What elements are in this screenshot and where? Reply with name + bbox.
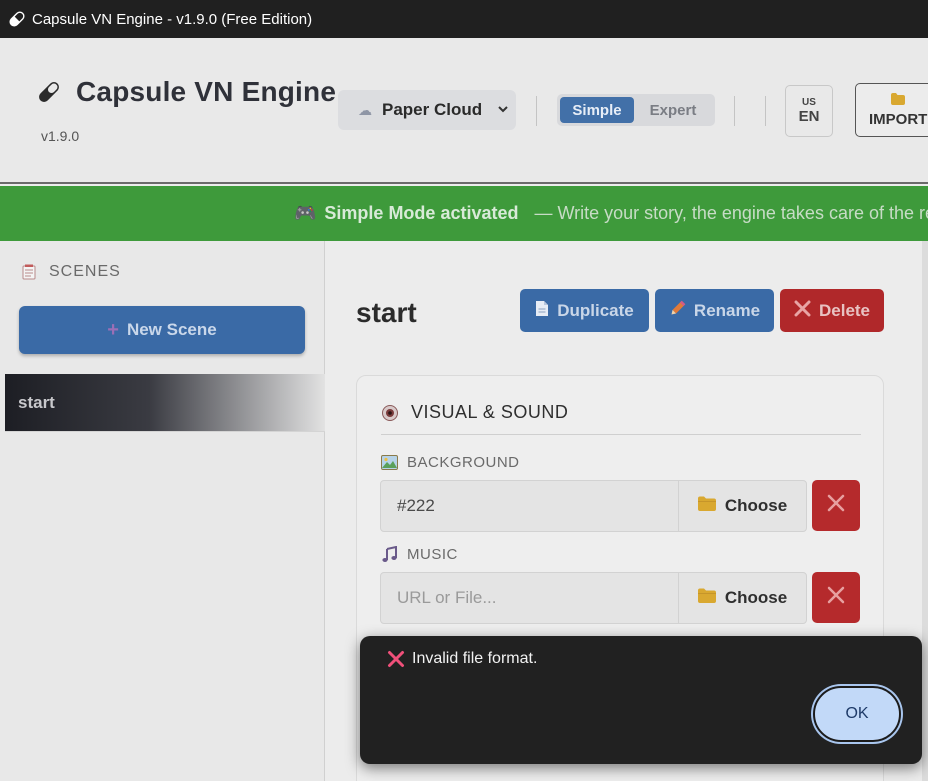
- visual-sound-label: VISUAL & SOUND: [411, 402, 569, 422]
- theme-select-value: Paper Cloud: [382, 100, 483, 119]
- scene-name: start: [18, 392, 55, 412]
- visual-sound-title: VISUAL & SOUND: [381, 402, 568, 423]
- music-label-text: MUSIC: [407, 546, 458, 563]
- folder-icon: [891, 92, 905, 109]
- close-icon: [794, 300, 811, 322]
- document-icon: [535, 300, 549, 322]
- music-choose-button[interactable]: Choose: [678, 573, 806, 623]
- background-choose-button[interactable]: Choose: [678, 481, 806, 531]
- gamepad-icon: 🎮: [294, 203, 317, 223]
- scenes-header-label: SCENES: [49, 263, 121, 280]
- scenes-sidebar: SCENES + New Scene start: [0, 241, 325, 781]
- divider: [734, 96, 735, 126]
- language-button[interactable]: US EN: [785, 85, 833, 137]
- background-clear-button[interactable]: [812, 480, 860, 531]
- dialog-message: Invalid file format.: [387, 650, 537, 668]
- folder-icon: [697, 496, 716, 516]
- image-icon: [381, 454, 398, 471]
- scene-title: start: [356, 297, 417, 328]
- scrollbar[interactable]: [922, 241, 928, 781]
- plus-icon: +: [107, 318, 119, 341]
- mode-toggle: Simple Expert: [557, 94, 715, 126]
- new-scene-button[interactable]: + New Scene: [19, 306, 305, 354]
- new-scene-label: New Scene: [126, 320, 217, 339]
- music-note-icon: [381, 545, 398, 563]
- close-icon: [827, 586, 845, 609]
- scene-list-item[interactable]: start: [5, 374, 325, 432]
- banner-description: — Write your story, the engine takes car…: [534, 203, 928, 223]
- capsule-icon: [34, 77, 64, 107]
- import-label: IMPORT: [869, 111, 928, 128]
- ok-button[interactable]: OK: [813, 686, 901, 742]
- background-label: BACKGROUND: [381, 454, 520, 471]
- window-titlebar: Capsule VN Engine - v1.9.0 (Free Edition…: [0, 0, 928, 38]
- music-choose-label: Choose: [724, 588, 788, 607]
- mode-banner: 🎮 Simple Mode activated — Write your sto…: [0, 186, 928, 241]
- rename-button[interactable]: Rename: [655, 289, 774, 332]
- music-input[interactable]: URL or File...: [381, 573, 678, 623]
- mode-expert-button[interactable]: Expert: [634, 97, 712, 123]
- language-code: EN: [798, 108, 820, 125]
- duplicate-button[interactable]: Duplicate: [520, 289, 649, 332]
- divider: [381, 434, 861, 435]
- cloud-icon: ☁: [358, 101, 372, 118]
- app-header: Capsule VN Engine v1.9.0 ☁ Paper Cloud S…: [0, 38, 928, 184]
- eye-icon: [381, 404, 399, 422]
- banner-title: Simple Mode activated: [324, 203, 519, 223]
- background-input[interactable]: #222: [381, 481, 678, 531]
- background-field: #222 Choose: [380, 480, 807, 532]
- duplicate-label: Duplicate: [557, 300, 634, 320]
- divider: [536, 96, 537, 126]
- pencil-icon: [669, 300, 686, 322]
- mode-simple-button[interactable]: Simple: [560, 97, 634, 123]
- delete-button[interactable]: Delete: [780, 289, 884, 332]
- dialog-message-text: Invalid file format.: [412, 650, 538, 667]
- divider: [765, 96, 766, 126]
- music-clear-button[interactable]: [812, 572, 860, 623]
- scenes-header: SCENES: [22, 263, 121, 281]
- brand: Capsule VN Engine: [34, 76, 336, 108]
- music-field: URL or File... Choose: [380, 572, 807, 624]
- import-button[interactable]: IMPORT: [855, 83, 928, 137]
- delete-label: Delete: [818, 300, 871, 320]
- error-x-icon: [387, 650, 405, 668]
- capsule-icon: [6, 8, 28, 30]
- app-name: Capsule VN Engine: [76, 76, 337, 107]
- notepad-icon: [22, 264, 36, 280]
- chevron-down-icon: [496, 101, 510, 115]
- close-icon: [827, 494, 845, 517]
- app-version: v1.9.0: [41, 128, 80, 144]
- folder-icon: [697, 588, 716, 608]
- background-label-text: BACKGROUND: [407, 454, 520, 471]
- background-choose-label: Choose: [724, 496, 788, 515]
- window-title: Capsule VN Engine - v1.9.0 (Free Edition…: [32, 10, 313, 28]
- music-label: MUSIC: [381, 545, 458, 563]
- theme-select[interactable]: ☁ Paper Cloud: [338, 90, 516, 130]
- alert-dialog: Invalid file format. OK: [360, 636, 922, 764]
- rename-label: Rename: [693, 300, 761, 320]
